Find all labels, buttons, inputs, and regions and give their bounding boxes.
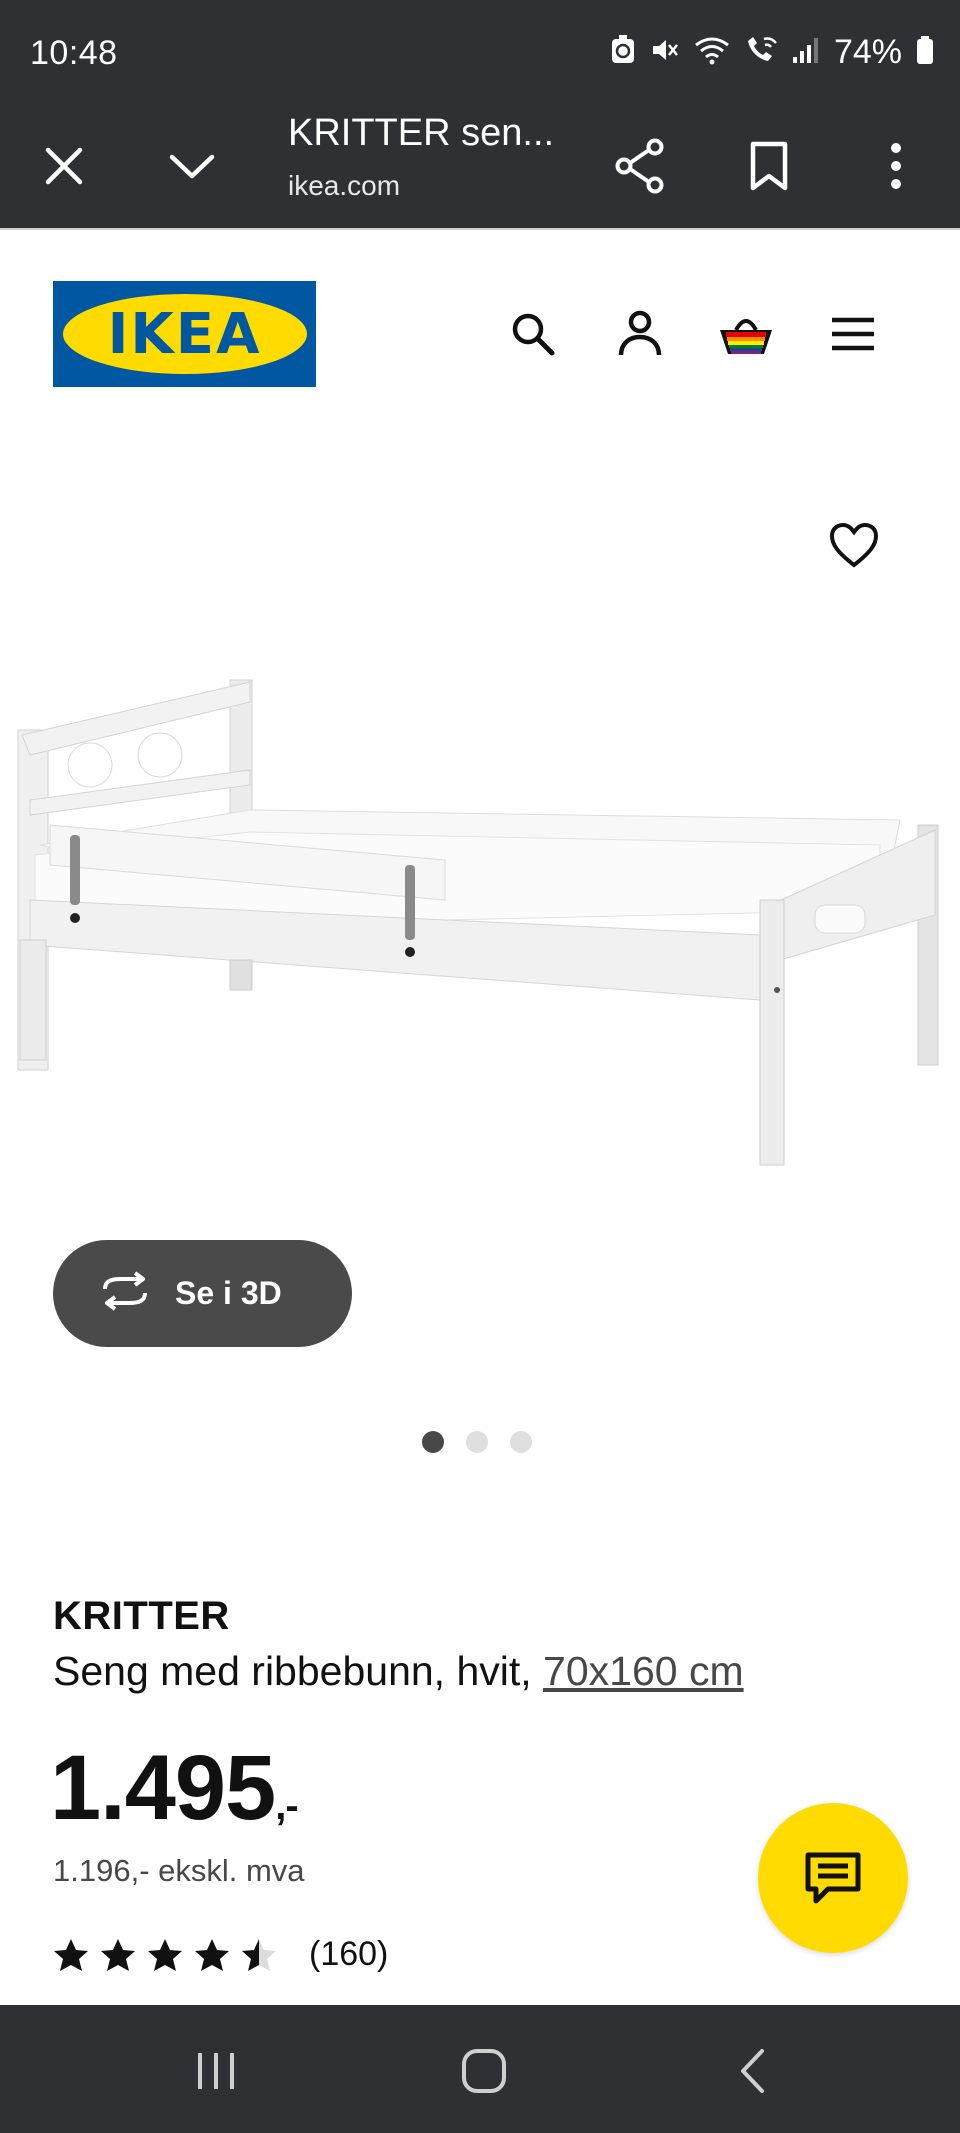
basket-icon[interactable] [710,298,782,370]
home-icon[interactable] [448,2035,520,2107]
battery-icon [916,35,934,70]
wifi-calling-icon [744,35,778,70]
product-description: Seng med ribbebunn, hvit, 70x160 cm [53,1648,744,1695]
close-icon[interactable] [28,130,100,202]
rating-stars [53,1938,277,1972]
bookmark-icon[interactable] [733,130,805,202]
page-url[interactable]: ikea.com [288,170,400,202]
logo-oval: IKEA [62,294,307,374]
chevron-down-icon[interactable] [156,130,228,202]
mute-icon [650,35,680,70]
star-icon [148,1938,182,1971]
back-icon[interactable] [716,2035,788,2107]
search-icon[interactable] [497,298,569,370]
battery-saver-icon [610,34,636,70]
half-star-icon [242,1938,276,1971]
chat-button[interactable] [758,1803,908,1953]
system-nav-bar [0,2005,960,2133]
review-count: (160) [309,1935,389,1973]
product-description-text: Seng med ribbebunn, hvit, [53,1648,544,1694]
star-icon [54,1938,88,1971]
menu-icon[interactable] [817,298,889,370]
product-price: 1.495,- [50,1736,299,1841]
product-rating[interactable]: (160) [53,1935,388,1974]
star-icon [101,1938,135,1971]
more-icon[interactable] [860,130,932,202]
product-name: KRITTER [53,1594,230,1638]
page-title[interactable]: KRITTER sen... [288,112,554,155]
price-suffix: ,- [275,1784,298,1828]
price-main: 1.495 [50,1737,276,1839]
price-ex-vat: 1.196,- ekskl. mva [53,1853,305,1888]
ikea-logo[interactable]: IKEA [53,281,316,387]
favorite-heart-icon[interactable] [818,510,890,582]
share-icon[interactable] [604,130,676,202]
star-icon [195,1938,229,1971]
wifi-icon [694,35,730,70]
status-time: 10:48 [30,34,118,72]
product-image[interactable] [0,660,960,1180]
recent-apps-icon[interactable] [180,2035,252,2107]
rotate-3d-icon [97,1271,153,1316]
logo-text: IKEA [107,301,262,367]
view-3d-label: Se i 3D [175,1275,282,1311]
carousel-dot-1[interactable] [422,1431,444,1453]
carousel-dot-2[interactable] [466,1431,488,1453]
image-carousel-dots [422,1431,532,1453]
status-bar: 10:48 74% [0,0,960,108]
signal-icon [792,35,820,70]
status-icons: 74% [610,32,934,72]
toolbar-divider [0,228,960,230]
chat-icon [805,1852,861,1904]
account-icon[interactable] [604,298,676,370]
carousel-dot-3[interactable] [510,1431,532,1453]
size-link[interactable]: 70x160 cm [543,1648,744,1694]
battery-percent: 74% [833,32,902,71]
browser-toolbar: KRITTER sen... ikea.com [0,108,960,230]
view-3d-button[interactable]: Se i 3D [53,1240,352,1347]
